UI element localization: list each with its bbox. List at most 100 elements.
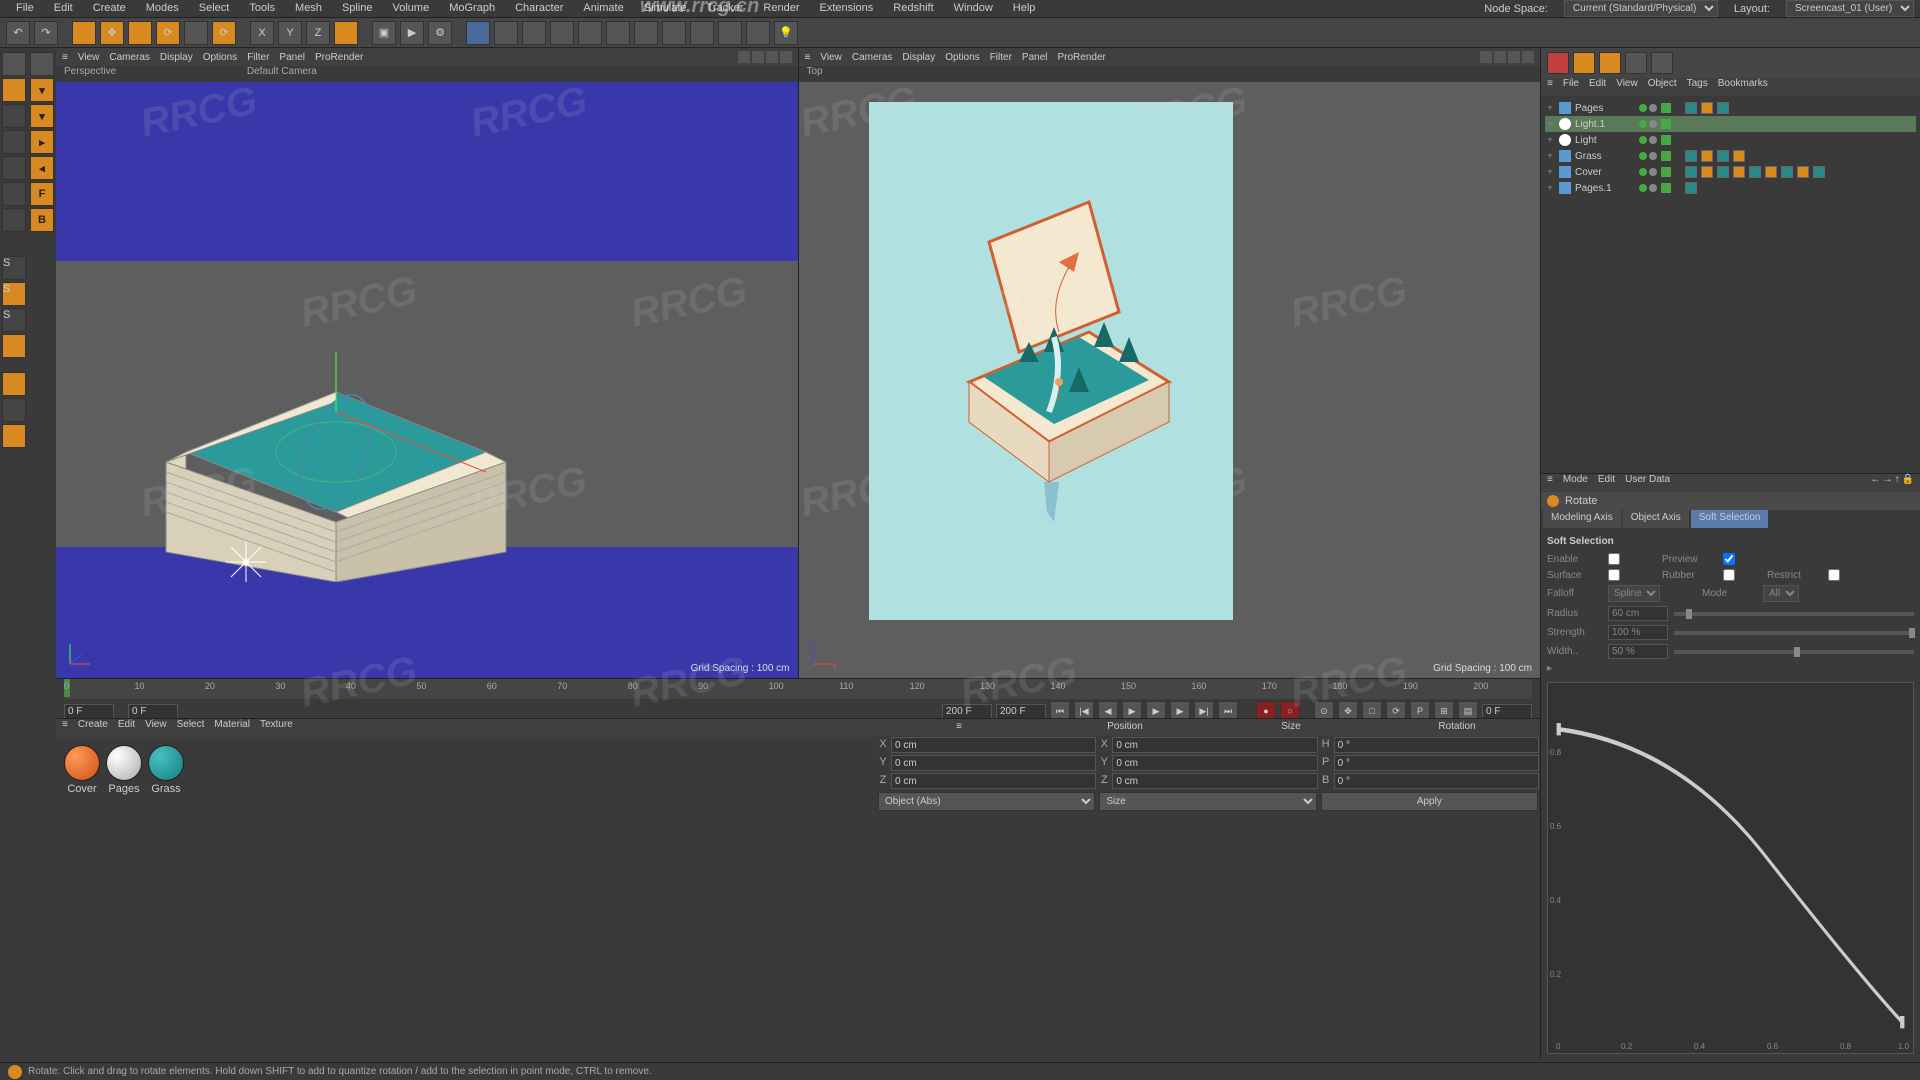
tag-icon[interactable] xyxy=(1717,150,1729,162)
tag-icon[interactable] xyxy=(1701,150,1713,162)
vis-dot[interactable] xyxy=(1649,168,1657,176)
vis-dot[interactable] xyxy=(1649,104,1657,112)
expand-icon[interactable]: + xyxy=(1545,135,1555,146)
pos-input[interactable] xyxy=(891,773,1096,789)
restrict-checkbox[interactable] xyxy=(1828,569,1840,581)
coord-hamburger-icon[interactable]: ≡ xyxy=(876,719,1042,736)
width-slider[interactable] xyxy=(1674,650,1914,654)
vp-nav2-icon[interactable] xyxy=(752,51,764,63)
tag-icon[interactable] xyxy=(1733,150,1745,162)
expand-icon[interactable]: + xyxy=(1545,103,1555,114)
rp-icon4[interactable] xyxy=(1625,52,1647,74)
last-tool[interactable] xyxy=(184,21,208,45)
vp2-hamburger-icon[interactable]: ≡ xyxy=(805,52,811,63)
mat-view[interactable]: View xyxy=(145,719,167,737)
object-row-Pages.1[interactable]: +Pages.1 xyxy=(1545,180,1916,196)
add-field[interactable] xyxy=(662,21,686,45)
vp2-display[interactable]: Display xyxy=(902,52,935,63)
obj-bookmarks[interactable]: Bookmarks xyxy=(1718,78,1768,96)
mat-create[interactable]: Create xyxy=(78,719,108,737)
material-grass[interactable]: Grass xyxy=(148,745,184,795)
enable-check[interactable] xyxy=(1661,151,1671,161)
mode-right[interactable]: ▸ xyxy=(30,130,54,154)
enable-check[interactable] xyxy=(1661,103,1671,113)
enable-check[interactable] xyxy=(1661,135,1671,145)
attr-mode[interactable]: Mode xyxy=(1563,474,1588,492)
expand-icon[interactable]: + xyxy=(1545,183,1555,194)
vis-dot[interactable] xyxy=(1639,136,1647,144)
attr-back-icon[interactable]: ← xyxy=(1871,474,1881,492)
falloff-select[interactable]: Spline xyxy=(1608,585,1660,602)
workplane-mode[interactable] xyxy=(2,130,26,154)
grid-icon[interactable] xyxy=(2,372,26,396)
tag-icon[interactable] xyxy=(1749,166,1761,178)
vp2-panel[interactable]: Panel xyxy=(1022,52,1048,63)
vp-hamburger-icon[interactable]: ≡ xyxy=(62,52,68,63)
tag-icon[interactable] xyxy=(1701,102,1713,114)
add-tag[interactable] xyxy=(746,21,770,45)
menu-mograph[interactable]: MoGraph xyxy=(439,0,505,17)
expand-icon[interactable]: + xyxy=(1545,119,1555,130)
tab-object-axis[interactable]: Object Axis xyxy=(1623,510,1689,528)
tag-icon[interactable] xyxy=(1685,150,1697,162)
vp-display[interactable]: Display xyxy=(160,52,193,63)
axis-icon[interactable] xyxy=(2,398,26,422)
enable-check[interactable] xyxy=(1661,119,1671,129)
vp2-cameras[interactable]: Cameras xyxy=(852,52,893,63)
surface-checkbox[interactable] xyxy=(1608,569,1620,581)
add-environment[interactable] xyxy=(578,21,602,45)
width-input[interactable] xyxy=(1608,644,1668,659)
tag-icon[interactable] xyxy=(1701,166,1713,178)
vp-options[interactable]: Options xyxy=(203,52,237,63)
add-light[interactable] xyxy=(634,21,658,45)
vp-view[interactable]: View xyxy=(78,52,100,63)
render-view[interactable]: ▣ xyxy=(372,21,396,45)
apply-button[interactable]: Apply xyxy=(1321,792,1538,811)
vp-filter[interactable]: Filter xyxy=(247,52,269,63)
mode-select[interactable]: All xyxy=(1763,585,1799,602)
render-pv[interactable]: ▶ xyxy=(400,21,424,45)
snap-s3[interactable]: S xyxy=(2,308,26,332)
vis-dot[interactable] xyxy=(1639,152,1647,160)
size-input[interactable] xyxy=(1112,755,1317,771)
menu-mesh[interactable]: Mesh xyxy=(285,0,332,17)
select-tool[interactable] xyxy=(72,21,96,45)
lock-x[interactable]: X xyxy=(250,21,274,45)
size-input[interactable] xyxy=(1112,737,1317,753)
redo-button[interactable]: ↷ xyxy=(34,21,58,45)
coord-system[interactable] xyxy=(334,21,358,45)
object-row-Cover[interactable]: +Cover xyxy=(1545,164,1916,180)
snap-s2[interactable]: S xyxy=(2,282,26,306)
texture-mode[interactable] xyxy=(2,104,26,128)
strength-input[interactable] xyxy=(1608,625,1668,640)
obj-object[interactable]: Object xyxy=(1648,78,1677,96)
cur-end[interactable] xyxy=(996,704,1046,719)
layout-select[interactable]: Screencast_01 (User) xyxy=(1786,0,1914,17)
object-row-Light[interactable]: +Light xyxy=(1545,132,1916,148)
rot-input[interactable] xyxy=(1334,737,1539,753)
tag-icon[interactable] xyxy=(1717,166,1729,178)
add-deformer[interactable] xyxy=(550,21,574,45)
preview-checkbox[interactable] xyxy=(1723,553,1735,565)
cur-start[interactable] xyxy=(942,704,992,719)
mode-left[interactable]: ◂ xyxy=(30,156,54,180)
move-tool[interactable]: ✥ xyxy=(100,21,124,45)
render-settings[interactable]: ⚙ xyxy=(428,21,452,45)
edge-mode[interactable] xyxy=(2,182,26,206)
vis-dot[interactable] xyxy=(1639,104,1647,112)
rp-icon5[interactable] xyxy=(1651,52,1673,74)
tag-icon[interactable] xyxy=(1781,166,1793,178)
attr-userdata[interactable]: User Data xyxy=(1625,474,1670,492)
attr-up-icon[interactable]: ↑ xyxy=(1895,474,1900,492)
material-pages[interactable]: Pages xyxy=(106,745,142,795)
rot-input[interactable] xyxy=(1334,755,1539,771)
vp-nav4-icon[interactable] xyxy=(780,51,792,63)
attr-edit[interactable]: Edit xyxy=(1598,474,1615,492)
vis-dot[interactable] xyxy=(1649,152,1657,160)
snap-s1[interactable]: S xyxy=(2,256,26,280)
model-mode[interactable] xyxy=(2,78,26,102)
vis-dot[interactable] xyxy=(1639,184,1647,192)
time-cursor-field[interactable] xyxy=(1482,704,1532,719)
point-mode[interactable] xyxy=(2,156,26,180)
rot-input[interactable] xyxy=(1334,773,1539,789)
